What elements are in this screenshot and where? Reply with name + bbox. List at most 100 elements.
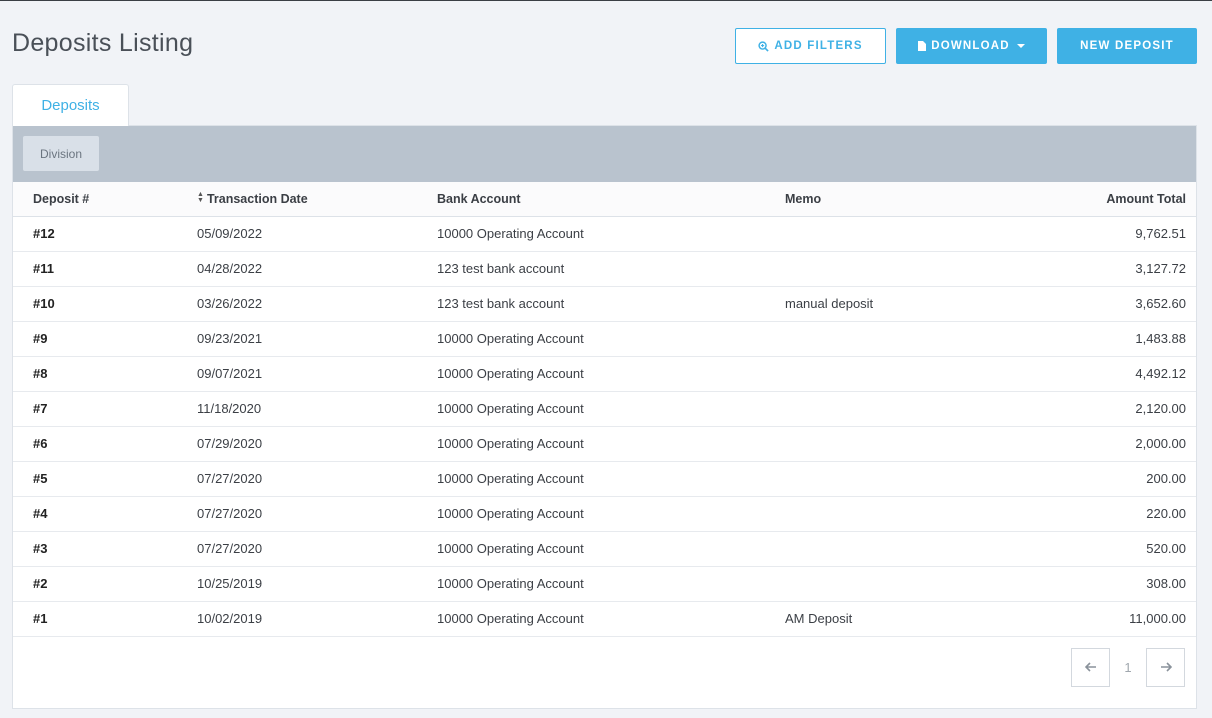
- column-transaction-date-label: Transaction Date: [206, 191, 308, 206]
- memo: [785, 531, 1035, 567]
- deposit-number[interactable]: #10: [13, 286, 183, 322]
- table-row[interactable]: #10 03/26/2022 123 test bank account manual…: [13, 286, 1196, 322]
- download-button[interactable]: DOWNLOAD: [896, 28, 1047, 64]
- download-label: DOWNLOAD: [931, 40, 1010, 52]
- memo: [785, 321, 1035, 357]
- deposit-number[interactable]: #12: [13, 216, 183, 252]
- amount-total: 3,127.72: [1035, 251, 1196, 287]
- deposits-table: Deposit # ▲ ▼ Transaction Date Bank Accoun…: [13, 182, 1196, 637]
- new-deposit-label: NEW DEPOSIT: [1080, 40, 1174, 52]
- transaction-date: 04/28/2022: [183, 251, 437, 287]
- next-page-button[interactable]: [1146, 648, 1185, 687]
- file-icon: [918, 41, 927, 51]
- transaction-date: 11/18/2020: [183, 391, 437, 427]
- table-row[interactable]: #8 09/07/2021 10000 Operating Account 4,492…: [13, 356, 1196, 392]
- new-deposit-button[interactable]: NEW DEPOSIT: [1057, 28, 1197, 64]
- table-row[interactable]: #11 04/28/2022 123 test bank account 3,127.…: [13, 251, 1196, 287]
- sort-icon: ▲ ▼: [197, 191, 204, 205]
- transaction-date: 03/26/2022: [183, 286, 437, 322]
- memo: [785, 566, 1035, 602]
- memo: [785, 461, 1035, 497]
- amount-total: 2,120.00: [1035, 391, 1196, 427]
- table-row[interactable]: #9 09/23/2021 10000 Operating Account 1,483…: [13, 321, 1196, 357]
- amount-total: 11,000.00: [1035, 601, 1196, 637]
- deposit-number[interactable]: #8: [13, 356, 183, 392]
- memo: [785, 496, 1035, 532]
- tab-deposits-label: Deposits: [41, 97, 100, 114]
- transaction-date: 10/25/2019: [183, 566, 437, 602]
- bank-account: 10000 Operating Account: [437, 601, 785, 637]
- memo: [785, 426, 1035, 462]
- deposit-number[interactable]: #6: [13, 426, 183, 462]
- memo: [785, 216, 1035, 252]
- division-filter-button[interactable]: Division: [23, 136, 99, 171]
- deposits-panel: Division Deposit # ▲ ▼ Transaction Date Ba…: [12, 125, 1197, 709]
- tab-deposits[interactable]: Deposits: [12, 84, 129, 126]
- deposit-number[interactable]: #7: [13, 391, 183, 427]
- amount-total: 9,762.51: [1035, 216, 1196, 252]
- amount-total: 2,000.00: [1035, 426, 1196, 462]
- deposit-number[interactable]: #1: [13, 601, 183, 637]
- deposit-number[interactable]: #5: [13, 461, 183, 497]
- amount-total: 308.00: [1035, 566, 1196, 602]
- bank-account: 10000 Operating Account: [437, 531, 785, 567]
- amount-total: 520.00: [1035, 531, 1196, 567]
- transaction-date: 07/27/2020: [183, 531, 437, 567]
- memo: manual deposit: [785, 286, 1035, 322]
- table-row[interactable]: #5 07/27/2020 10000 Operating Account 200.0…: [13, 461, 1196, 497]
- bank-account: 10000 Operating Account: [437, 321, 785, 357]
- filter-bar: Division: [13, 126, 1196, 182]
- table-row[interactable]: #2 10/25/2019 10000 Operating Account 308.0…: [13, 566, 1196, 602]
- memo: [785, 251, 1035, 287]
- deposit-number[interactable]: #4: [13, 496, 183, 532]
- amount-total: 3,652.60: [1035, 286, 1196, 322]
- current-page-number[interactable]: 1: [1110, 660, 1146, 675]
- bank-account: 10000 Operating Account: [437, 426, 785, 462]
- table-row[interactable]: #7 11/18/2020 10000 Operating Account 2,120…: [13, 391, 1196, 427]
- prev-page-button[interactable]: [1071, 648, 1110, 687]
- bank-account: 123 test bank account: [437, 251, 785, 287]
- column-memo[interactable]: Memo: [785, 182, 1035, 217]
- table-row[interactable]: #4 07/27/2020 10000 Operating Account 220.0…: [13, 496, 1196, 532]
- bank-account: 10000 Operating Account: [437, 566, 785, 602]
- header-actions: ADD FILTERS DOWNLOAD NEW DEPOSIT: [735, 28, 1197, 64]
- transaction-date: 09/23/2021: [183, 321, 437, 357]
- search-plus-icon: [758, 40, 769, 52]
- table-row[interactable]: #12 05/09/2022 10000 Operating Account 9,76…: [13, 216, 1196, 252]
- table-header-row: Deposit # ▲ ▼ Transaction Date Bank Accoun…: [13, 182, 1196, 217]
- division-filter-label: Division: [39, 146, 82, 161]
- deposit-number[interactable]: #9: [13, 321, 183, 357]
- transaction-date: 10/02/2019: [183, 601, 437, 637]
- deposit-number[interactable]: #3: [13, 531, 183, 567]
- transaction-date: 07/27/2020: [183, 461, 437, 497]
- add-filters-label: ADD FILTERS: [774, 40, 863, 52]
- transaction-date: 07/29/2020: [183, 426, 437, 462]
- chevron-down-icon: [1016, 44, 1025, 48]
- transaction-date: 09/07/2021: [183, 356, 437, 392]
- arrow-left-icon: [1084, 659, 1097, 677]
- memo: [785, 391, 1035, 427]
- memo: [785, 356, 1035, 392]
- amount-total: 4,492.12: [1035, 356, 1196, 392]
- arrow-right-icon: [1160, 659, 1172, 677]
- column-amount-total[interactable]: Amount Total: [1035, 182, 1196, 217]
- column-deposit-number[interactable]: Deposit #: [13, 182, 183, 217]
- table-row[interactable]: #1 10/02/2019 10000 Operating Account AM De…: [13, 601, 1196, 637]
- memo: AM Deposit: [785, 601, 1035, 637]
- transaction-date: 07/27/2020: [183, 496, 437, 532]
- add-filters-button[interactable]: ADD FILTERS: [735, 28, 886, 64]
- deposit-number[interactable]: #2: [13, 566, 183, 602]
- bank-account: 10000 Operating Account: [437, 496, 785, 532]
- amount-total: 1,483.88: [1035, 321, 1196, 357]
- amount-total: 200.00: [1035, 461, 1196, 497]
- table-row[interactable]: #6 07/29/2020 10000 Operating Account 2,000…: [13, 426, 1196, 462]
- bank-account: 10000 Operating Account: [437, 461, 785, 497]
- table-row[interactable]: #3 07/27/2020 10000 Operating Account 520.0…: [13, 531, 1196, 567]
- column-bank-account[interactable]: Bank Account: [437, 182, 785, 217]
- page-title: Deposits Listing: [12, 29, 194, 57]
- deposit-number[interactable]: #11: [13, 251, 183, 287]
- column-transaction-date[interactable]: ▲ ▼ Transaction Date: [183, 182, 437, 217]
- pagination: 1: [1071, 648, 1185, 687]
- bank-account: 10000 Operating Account: [437, 356, 785, 392]
- bank-account: 10000 Operating Account: [437, 391, 785, 427]
